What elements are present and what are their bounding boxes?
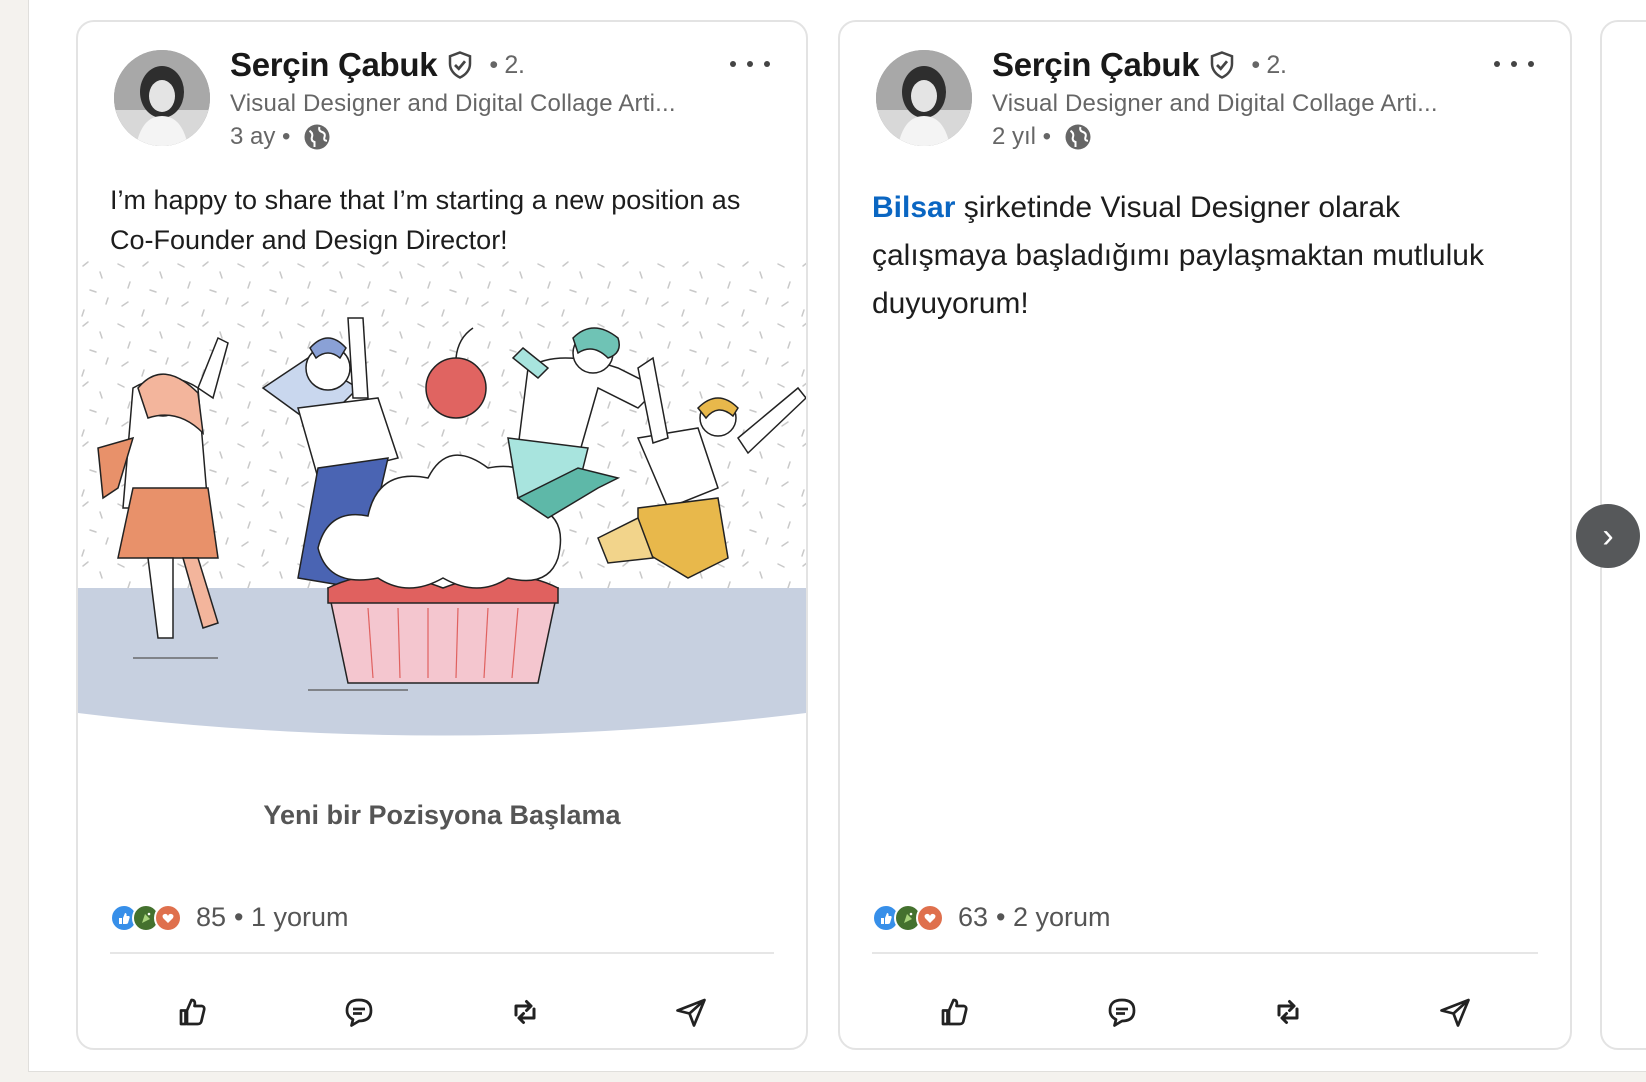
reaction-count[interactable]: 85 <box>196 902 226 933</box>
globe-icon <box>302 122 332 152</box>
repost-button[interactable] <box>1256 988 1320 1036</box>
author-name-text[interactable]: Serçin Çabuk <box>992 46 1200 84</box>
post-meta: 2 yıl • <box>992 122 1093 152</box>
comment-icon <box>1108 998 1136 1027</box>
post-text: I’m happy to share that I’m starting a n… <box>110 185 741 255</box>
more-options-icon[interactable] <box>730 54 770 74</box>
globe-icon <box>1063 122 1093 152</box>
action-bar <box>872 982 1538 1042</box>
divider <box>872 952 1538 954</box>
chevron-right-icon: › <box>1602 516 1614 555</box>
more-options-icon[interactable] <box>1494 54 1534 74</box>
illustration-caption: Yeni bir Pozisyona Başlama <box>263 800 621 830</box>
avatar[interactable] <box>114 50 210 146</box>
author-headline: Visual Designer and Digital Collage Arti… <box>992 90 1438 117</box>
send-icon <box>1439 998 1470 1027</box>
love-reaction-icon <box>916 903 944 932</box>
social-counts[interactable]: 85 • 1 yorum <box>110 902 349 933</box>
company-mention-link[interactable]: Bilsar <box>872 191 955 224</box>
carousel-next-button[interactable]: › <box>1576 504 1640 568</box>
comment-count[interactable]: • 1 yorum <box>234 902 349 933</box>
verified-badge-icon <box>445 50 475 80</box>
love-reaction-icon <box>154 903 182 932</box>
celebration-illustration <box>78 258 806 736</box>
comment-count[interactable]: • 2 yorum <box>996 902 1111 933</box>
like-icon <box>941 998 968 1026</box>
comment-button[interactable] <box>1090 988 1154 1036</box>
repost-icon <box>1277 1000 1299 1024</box>
post-time: 3 ay • <box>230 123 291 150</box>
action-bar <box>110 982 774 1042</box>
avatar[interactable] <box>876 50 972 146</box>
repost-button[interactable] <box>493 988 557 1036</box>
author-headline: Visual Designer and Digital Collage Arti… <box>230 90 676 117</box>
send-icon <box>676 998 706 1027</box>
social-counts[interactable]: 63 • 2 yorum <box>872 902 1111 933</box>
like-icon <box>179 998 206 1026</box>
divider <box>110 952 774 954</box>
verified-badge-icon <box>1207 50 1237 80</box>
post-card: Serçin Çabuk • 2. Visual Designer and Di… <box>76 20 808 1050</box>
author-name-text[interactable]: Serçin Çabuk <box>230 46 438 84</box>
comment-button[interactable] <box>327 988 391 1036</box>
post-card: Serçin Çabuk • 2. Visual Designer and Di… <box>838 20 1572 1050</box>
connection-degree: • 2. <box>489 50 525 79</box>
connection-degree: • 2. <box>1251 50 1287 79</box>
comment-icon <box>345 998 373 1027</box>
send-button[interactable] <box>1423 988 1487 1036</box>
reaction-icons <box>872 903 944 932</box>
author-name[interactable]: Serçin Çabuk • 2. <box>230 46 525 84</box>
reaction-icons <box>110 903 182 932</box>
like-button[interactable] <box>161 988 225 1036</box>
send-button[interactable] <box>659 988 723 1036</box>
post-text: Bilsar şirketinde Visual Designer olarak… <box>872 184 1542 328</box>
author-name[interactable]: Serçin Çabuk • 2. <box>992 46 1287 84</box>
post-text-body: şirketinde Visual Designer olarak çalışm… <box>872 191 1484 320</box>
like-button[interactable] <box>923 988 987 1036</box>
post-time: 2 yıl • <box>992 123 1052 150</box>
reaction-count[interactable]: 63 <box>958 902 988 933</box>
post-meta: 3 ay • <box>230 122 332 152</box>
repost-icon <box>514 1000 536 1024</box>
